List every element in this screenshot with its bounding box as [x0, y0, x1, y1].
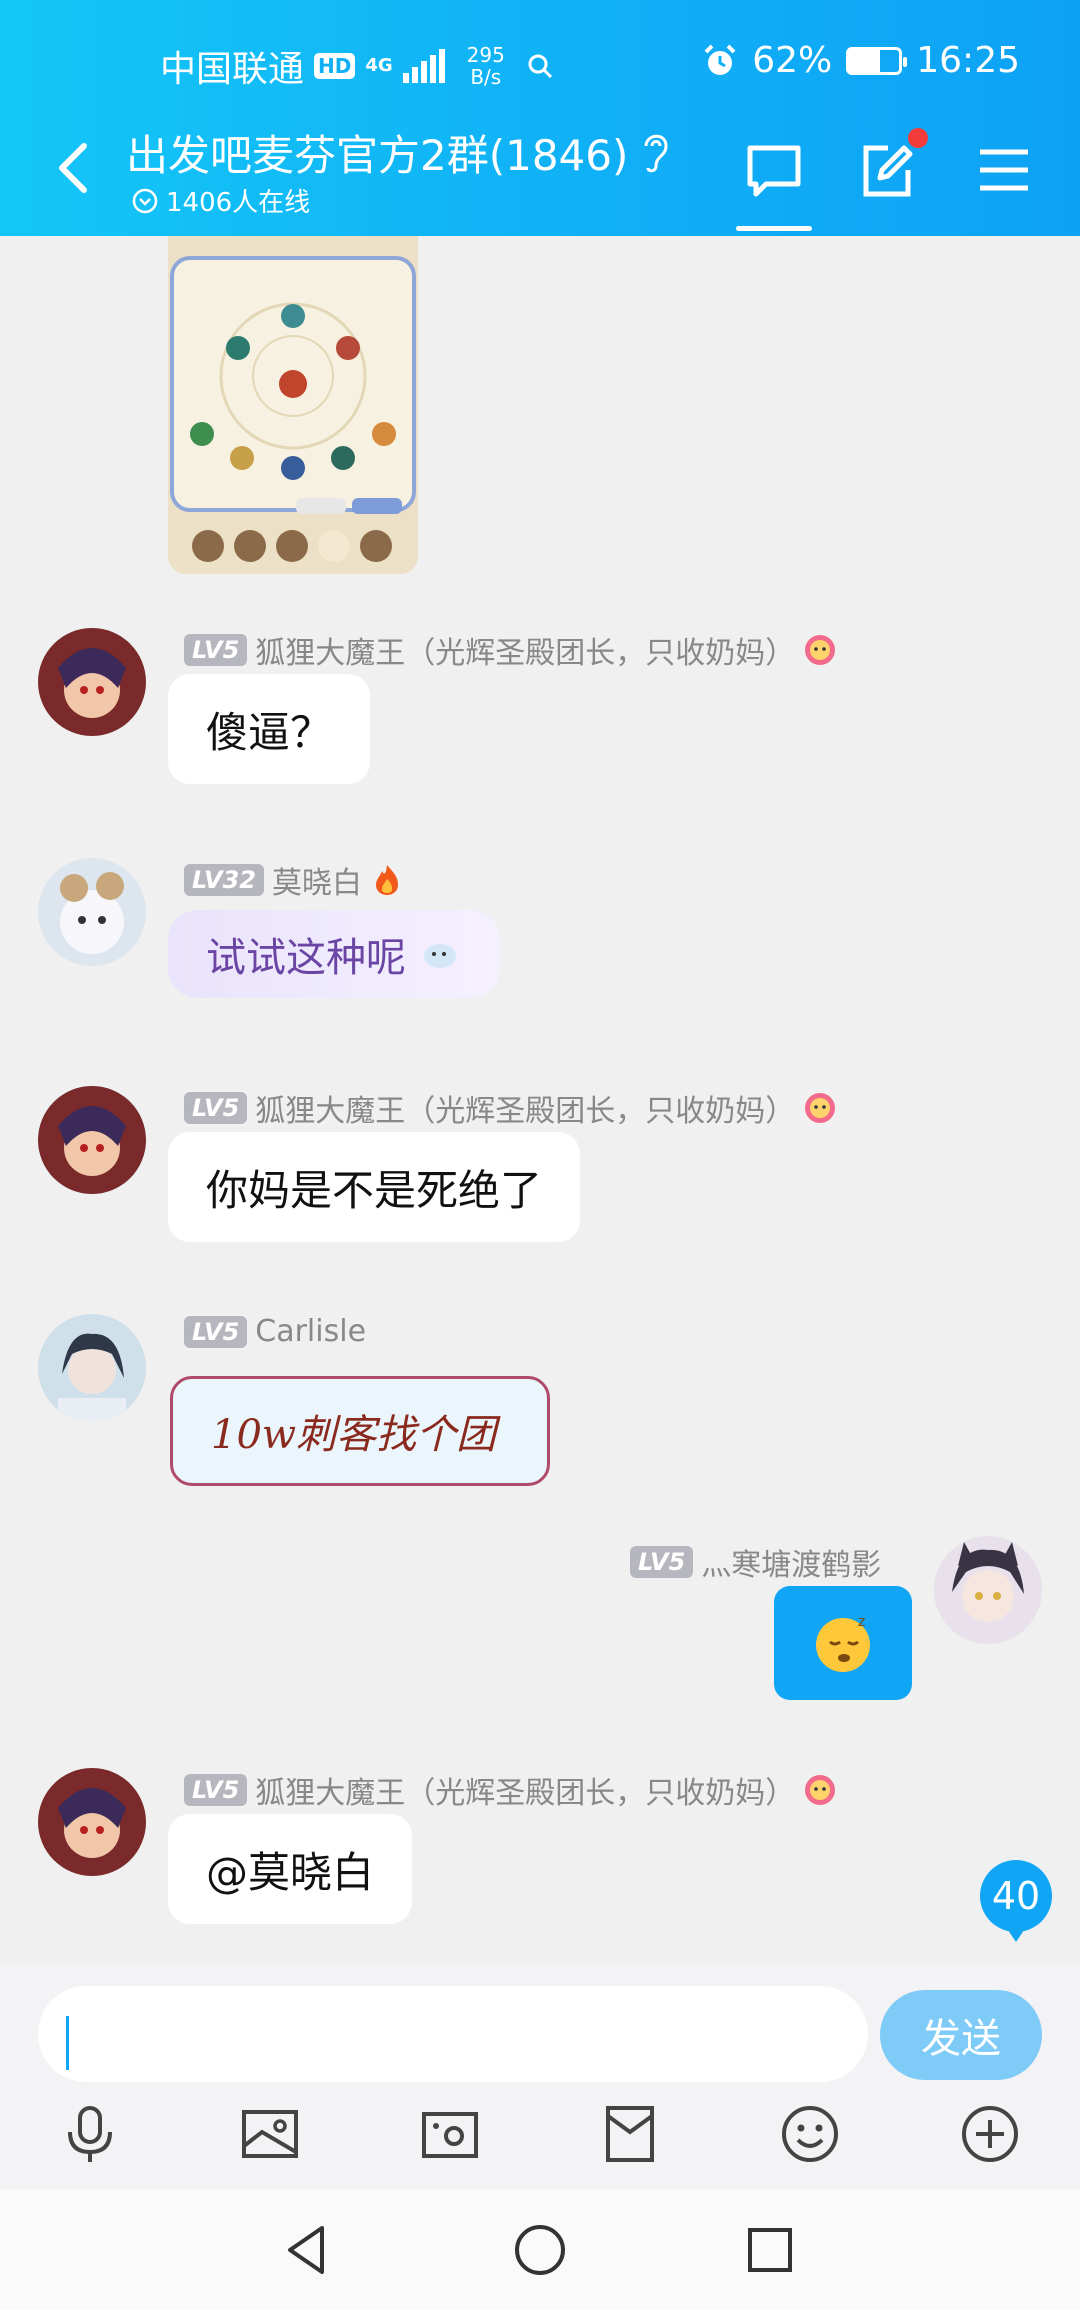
active-tab-indicator	[736, 226, 812, 231]
hd-badge: HD	[314, 53, 356, 79]
image-icon[interactable]	[238, 2102, 302, 2166]
sender-meta: LV5 狐狸大魔王（光辉圣殿团长，只收奶妈）	[184, 1768, 837, 1812]
app-header: 中国联通 HD 4G 295 B/s 62% 16:25 出发吧麦芬官方2群(1…	[0, 0, 1080, 236]
sender-name[interactable]: 狐狸大魔王（光辉圣殿团长，只收奶妈）	[255, 1768, 795, 1812]
avatar-image	[38, 1768, 146, 1876]
avatar[interactable]	[38, 858, 146, 966]
sender-meta: LV32 莫晓白	[184, 858, 404, 902]
sleepy-emoji-icon: z	[816, 1614, 870, 1672]
network-type: 4G	[365, 55, 393, 76]
online-count[interactable]: 1406人在线	[132, 182, 310, 219]
plus-icon[interactable]	[958, 2102, 1022, 2166]
nav-home-icon[interactable]	[510, 2220, 570, 2280]
sender-name[interactable]: 狐狸大魔王（光辉圣殿团长，只收奶妈）	[255, 628, 795, 672]
message-text: 10w刺客找个团	[211, 1412, 497, 1458]
text-caret	[66, 2016, 69, 2070]
chat-area[interactable]: LV5 狐狸大魔王（光辉圣殿团长，只收奶妈） 傻逼？ LV32 莫晓白 试试这种…	[0, 236, 1080, 1964]
styled-message-bubble[interactable]: 试试这种呢	[168, 910, 500, 998]
sender-name[interactable]: Carlisle	[255, 1314, 366, 1349]
edit-icon[interactable]	[858, 140, 918, 200]
nav-back-icon[interactable]	[278, 2220, 338, 2280]
sender-name[interactable]: 狐狸大魔王（光辉圣殿团长，只收奶妈）	[255, 1086, 795, 1130]
net-speed-value: 295	[466, 43, 505, 67]
chat-icon[interactable]	[744, 140, 804, 200]
chevron-circle-icon	[132, 188, 158, 213]
system-nav-bar	[0, 2190, 1080, 2310]
input-area: 发送	[0, 1964, 1080, 2190]
message-input[interactable]	[38, 1986, 868, 2082]
level-badge: LV5	[184, 1315, 248, 1348]
group-title[interactable]: 出发吧麦芬官方2群(1846)	[126, 122, 628, 183]
avatar[interactable]	[38, 628, 146, 736]
nav-recents-icon[interactable]	[740, 2220, 800, 2280]
image-message[interactable]	[168, 236, 418, 574]
battery-fill	[849, 49, 881, 72]
message-text: 试试这种呢	[206, 935, 406, 981]
avatar-image	[38, 1086, 146, 1194]
sender-name[interactable]: 莫晓白	[272, 858, 362, 902]
alarm-icon	[704, 44, 736, 75]
menu-icon[interactable]	[974, 140, 1034, 200]
signal-icon	[402, 49, 445, 83]
red-packet-icon[interactable]	[598, 2102, 662, 2166]
avatar-image	[38, 1314, 146, 1422]
net-speed-unit: B/s	[470, 65, 502, 89]
level-badge: LV5	[630, 1546, 694, 1578]
fire-icon	[375, 865, 398, 895]
level-badge: LV5	[184, 1092, 248, 1124]
sender-meta: LV5 狐狸大魔王（光辉圣殿团长，只收奶妈）	[184, 628, 837, 672]
sender-name[interactable]: 灬寒塘渡鹤影	[701, 1540, 881, 1584]
emoji-icon[interactable]	[778, 2102, 842, 2166]
flower-emoji-icon	[805, 635, 836, 665]
sender-meta: LV5 灬寒塘渡鹤影	[630, 1540, 881, 1584]
message-bubble[interactable]: @莫晓白	[168, 1814, 413, 1924]
notification-dot	[908, 128, 928, 148]
avatar-image	[38, 858, 146, 966]
message-bubble[interactable]: 你妈是不是死绝了	[168, 1132, 581, 1242]
microphone-icon[interactable]	[58, 2102, 122, 2166]
battery-icon	[846, 46, 908, 75]
clock: 16:25	[916, 40, 1020, 81]
avatar-image	[934, 1536, 1042, 1644]
unread-count-badge[interactable]: 40	[980, 1860, 1052, 1942]
level-badge: LV5	[184, 1774, 248, 1806]
status-bar: 中国联通 HD 4G 295 B/s 62% 16:25	[0, 30, 1080, 94]
avatar[interactable]	[38, 1768, 146, 1876]
flower-emoji-icon	[805, 1775, 836, 1805]
online-count-label: 1406人在线	[166, 188, 311, 218]
avatar-image	[38, 628, 146, 736]
back-arrow-icon[interactable]	[50, 138, 96, 198]
level-badge: LV5	[184, 634, 248, 666]
avatar[interactable]	[934, 1536, 1042, 1644]
ear-icon[interactable]	[638, 128, 674, 176]
avatar[interactable]	[38, 1314, 146, 1422]
net-speed: 295 B/s	[467, 44, 505, 88]
styled-message-bubble[interactable]: 10w刺客找个团	[170, 1376, 550, 1486]
carrier-label: 中国联通	[160, 49, 305, 90]
message-bubble-self[interactable]: z	[774, 1586, 912, 1700]
send-button[interactable]: 发送	[880, 1990, 1042, 2080]
search-icon	[528, 54, 552, 79]
level-badge: LV32	[184, 864, 264, 896]
flower-emoji-icon	[805, 1093, 836, 1123]
camera-icon[interactable]	[418, 2102, 482, 2166]
message-bubble[interactable]: 傻逼？	[168, 674, 371, 784]
bubble-decoration-icon	[424, 944, 456, 968]
sender-meta: LV5 Carlisle	[184, 1314, 366, 1349]
game-screenshot-image	[168, 236, 418, 574]
avatar[interactable]	[38, 1086, 146, 1194]
svg-text:z: z	[858, 1614, 865, 1630]
sender-meta: LV5 狐狸大魔王（光辉圣殿团长，只收奶妈）	[184, 1086, 837, 1130]
battery-percent: 62%	[752, 40, 833, 81]
